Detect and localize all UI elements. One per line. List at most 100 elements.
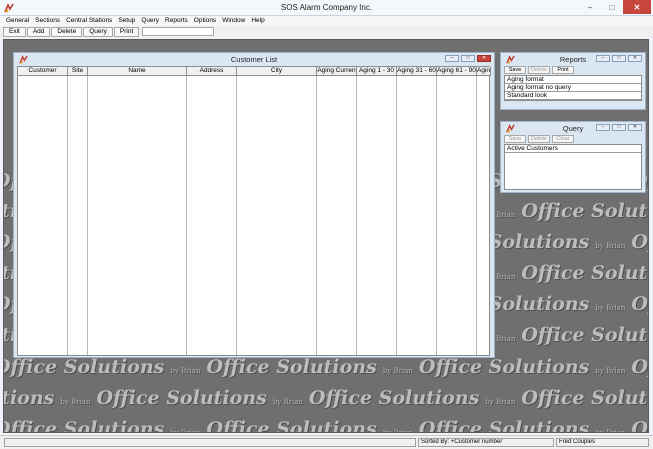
column-header-aging-current[interactable]: Aging Curren [317, 67, 357, 76]
menu-reports[interactable]: Reports [162, 16, 191, 26]
reports-print-button[interactable]: Print [552, 66, 574, 74]
maximize-icon[interactable]: □ [601, 0, 623, 14]
delete-button[interactable]: Delete [51, 26, 83, 37]
customer-list-title: Customer List [230, 54, 278, 64]
grid-column [437, 76, 477, 355]
maximize-icon[interactable]: □ [461, 55, 475, 62]
watermark-byline: by Brian [382, 367, 413, 375]
watermark-text: Office Solutions [521, 200, 648, 222]
query-save-button[interactable]: Save [504, 135, 526, 143]
column-header-name[interactable]: Name [88, 67, 187, 76]
menu-query[interactable]: Query [138, 16, 162, 26]
query-button[interactable]: Query [83, 26, 113, 37]
grid-column [88, 76, 187, 355]
watermark-text: Office Solutions [3, 387, 55, 409]
watermark-text: Office Solutions [521, 262, 648, 284]
toolbar: Exit Add Delete Query Print [0, 26, 653, 37]
reports-buttons: Save Delete Print [504, 66, 574, 74]
watermark-text: Office Solutions [96, 387, 267, 409]
watermark-row: Office Solutions by Brian Office Solutions… [3, 418, 648, 433]
column-header-aging-more[interactable]: Aginc [477, 67, 491, 76]
watermark-byline: by Brian [595, 242, 626, 250]
watermark-byline: by Brian [595, 304, 626, 312]
watermark-byline: by Brian [382, 429, 413, 433]
menu-general[interactable]: General [3, 16, 32, 26]
watermark-text: Office Solutions [206, 356, 377, 378]
menu-setup[interactable]: Setup [115, 16, 138, 26]
column-header-aging-61-90[interactable]: Aging 61 - 90 [437, 67, 477, 76]
minimize-icon[interactable]: – [445, 55, 459, 62]
close-icon[interactable]: ✕ [628, 124, 642, 131]
exit-button[interactable]: Exit [3, 26, 26, 37]
watermark-text: Office Solutions [206, 418, 377, 433]
customer-list-titlebar[interactable]: Customer List – □ ✕ [14, 53, 494, 65]
status-message [4, 438, 416, 447]
customer-grid[interactable]: Customer Site Name Address City Aging Cu… [17, 66, 491, 356]
menu-options[interactable]: Options [191, 16, 219, 26]
add-button[interactable]: Add [26, 26, 51, 37]
query-titlebar[interactable]: Query – □ ✕ [501, 122, 645, 134]
watermark-text: Office Solutions [418, 418, 590, 433]
column-header-city[interactable]: City [237, 67, 317, 76]
minimize-icon[interactable]: – [596, 55, 610, 62]
query-buttons: Save Delete Clear [504, 135, 574, 143]
menu-bar: General Sections Central Stations Setup … [0, 16, 653, 26]
reports-titlebar[interactable]: Reports – □ ✕ [501, 53, 645, 65]
reports-save-button[interactable]: Save [504, 66, 526, 74]
customer-list-window: Customer List – □ ✕ Customer Site Name A… [13, 52, 495, 358]
menu-help[interactable]: Help [248, 16, 267, 26]
window-icon [19, 55, 28, 64]
sorted-by-label: Sorted By: [421, 439, 450, 445]
column-header-aging-1-30[interactable]: Aging 1 - 30 [357, 67, 397, 76]
close-icon[interactable]: ✕ [628, 55, 642, 62]
window-icon [506, 55, 515, 64]
query-clear-button[interactable]: Clear [552, 135, 574, 143]
grid-column [357, 76, 397, 355]
watermark-text: Office Solutions [631, 231, 648, 253]
window-controls: – □ ✕ [579, 0, 651, 14]
print-button[interactable]: Print [113, 26, 140, 37]
window-icon [506, 124, 515, 133]
watermark-byline: by Brian [485, 398, 516, 406]
watermark-text: Office Solutions [631, 293, 648, 315]
list-item[interactable]: Aging format no query [505, 84, 641, 92]
watermark-text: Office Solutions [521, 324, 648, 346]
reports-controls: – □ ✕ [596, 55, 642, 62]
minimize-icon[interactable]: – [596, 124, 610, 131]
watermark-row: Office Solutions by Brian Office Solutions… [3, 387, 648, 409]
list-item[interactable]: Standard look [505, 92, 641, 100]
watermark-text: Office Solutions [3, 418, 165, 433]
minimize-icon[interactable]: – [579, 0, 601, 14]
column-header-site[interactable]: Site [68, 67, 88, 76]
watermark-byline: by Brian [170, 367, 201, 375]
menu-sections[interactable]: Sections [32, 16, 63, 26]
column-header-address[interactable]: Address [187, 67, 237, 76]
menu-central-stations[interactable]: Central Stations [63, 16, 115, 26]
watermark-text: Office Solutions [631, 356, 648, 378]
maximize-icon[interactable]: □ [612, 55, 626, 62]
query-delete-button[interactable]: Delete [528, 135, 550, 143]
list-item[interactable]: Aging format [505, 76, 641, 84]
app-titlebar: SOS Alarm Company Inc. – □ ✕ [0, 0, 653, 16]
close-icon[interactable]: ✕ [623, 0, 651, 14]
app-title: SOS Alarm Company Inc. [280, 3, 373, 12]
column-header-aging-31-60[interactable]: Aging 31 - 60 [397, 67, 437, 76]
toolbar-input[interactable] [142, 27, 215, 36]
column-header-customer[interactable]: Customer [18, 67, 68, 76]
grid-column [317, 76, 357, 355]
sorted-by-value: +Customer number [450, 439, 503, 445]
maximize-icon[interactable]: □ [612, 124, 626, 131]
watermark-row: Office Solutions by Brian Office Solutions… [3, 356, 648, 378]
watermark-byline: by Brian [595, 367, 626, 375]
list-item[interactable]: Active Customers [505, 145, 641, 153]
watermark-byline: by Brian [272, 398, 303, 406]
query-controls: – □ ✕ [596, 124, 642, 131]
reports-list: Aging format Aging format no query Stand… [504, 75, 642, 101]
grid-column [68, 76, 88, 355]
reports-delete-button[interactable]: Delete [528, 66, 550, 74]
close-icon[interactable]: ✕ [477, 55, 491, 62]
grid-column [187, 76, 237, 355]
watermark-text: Office Solutions [3, 356, 165, 378]
status-bar: Sorted By: +Customer number Fred Couples [0, 435, 653, 449]
menu-window[interactable]: Window [219, 16, 248, 26]
